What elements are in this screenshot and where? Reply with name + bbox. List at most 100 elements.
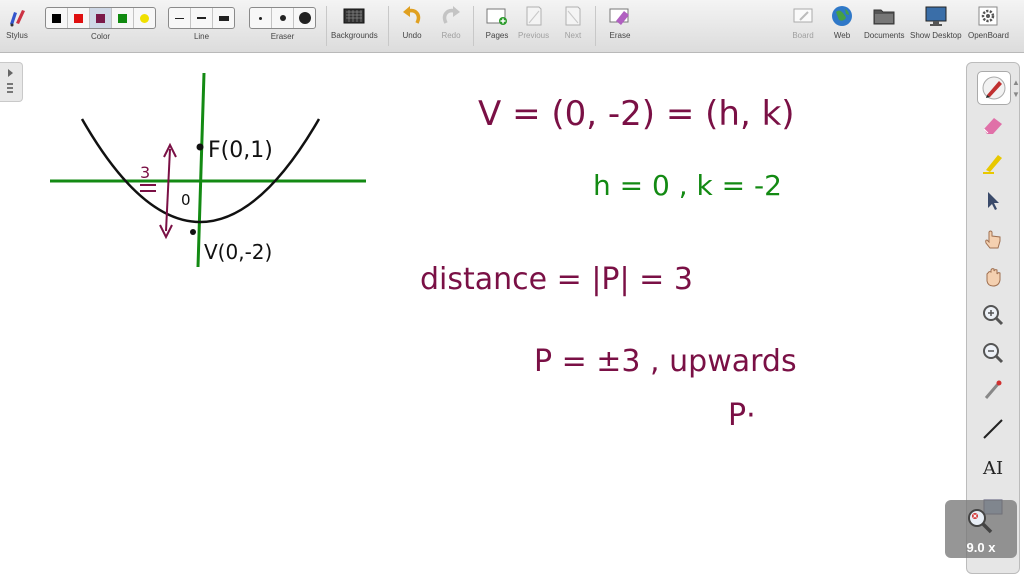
color-tool: Color [45,4,156,41]
stylus-tool[interactable]: Stylus [4,4,30,40]
previous-page-button[interactable]: Previous [518,4,549,40]
distance-arrow [165,148,171,232]
board-drawing: F(0,1) V(0,-2) 0 3 V = (0, -2) = (h, k) … [50,72,797,433]
eraser-size-selector [249,7,316,29]
vertex-point [190,229,196,235]
eraser-small[interactable] [250,8,272,28]
gear-icon [975,4,1001,28]
text-icon: AI [982,458,1003,479]
line-medium[interactable] [191,8,213,28]
show-desktop-label: Show Desktop [910,31,962,40]
right-tool-palette: AI [966,62,1020,574]
show-desktop-button[interactable]: Show Desktop [910,4,962,40]
focus-label: F(0,1) [208,138,273,163]
zoom-in-button[interactable] [977,299,1009,331]
erase-board-icon [607,4,633,28]
pages-button[interactable]: Pages [484,4,510,40]
pen-tool-button[interactable] [977,71,1011,105]
p-partial: P· [728,398,756,433]
eraser-tool: Eraser [249,4,316,41]
color-label: Color [90,32,111,41]
color-swatch-red[interactable] [68,8,90,28]
zoom-indicator: 9.0 x [945,500,1017,558]
color-swatch-maroon[interactable] [90,8,112,28]
undo-icon [399,4,425,28]
eraser-tool-button[interactable] [977,109,1009,141]
color-swatch-black[interactable] [46,8,68,28]
eraser-large[interactable] [294,8,315,28]
add-page-icon [484,4,510,28]
web-label: Web [833,31,851,40]
previous-label: Previous [518,31,550,40]
pointing-hand-icon [985,230,1001,249]
line-thick[interactable] [213,8,234,28]
selector-tool-button[interactable] [977,185,1009,217]
p-value-line: P = ±3 , upwards [534,344,797,379]
backgrounds-icon [341,4,367,28]
zoom-out-button[interactable] [977,337,1009,369]
documents-button[interactable]: Documents [864,4,904,40]
laser-pointer-button[interactable] [977,375,1009,407]
board-icon [790,4,816,28]
highlighter-tool-button[interactable] [977,147,1009,179]
line-thin[interactable] [169,8,191,28]
redo-label: Redo [441,31,461,40]
line-label: Line [193,32,210,41]
distance-equals-mark [140,184,156,192]
origin-label: 0 [181,191,191,209]
globe-icon [829,4,855,28]
hk-values: h = 0 , k = -2 [593,169,782,202]
next-page-icon [560,4,586,28]
y-axis [196,72,206,268]
next-label: Next [564,31,582,40]
undo-button[interactable]: Undo [399,4,425,40]
zoom-in-icon [983,305,1004,326]
backgrounds-label: Backgrounds [331,31,378,40]
eraser-icon [983,118,1002,134]
distance-equation: distance = |P| = 3 [420,262,693,297]
line-icon [983,419,1003,439]
laser-pointer-icon [984,380,1002,399]
backgrounds-button[interactable]: Backgrounds [331,4,378,40]
pen-icon [982,76,1006,100]
eraser-label: Eraser [270,32,295,41]
line-width-selector [168,7,235,29]
focus-point [196,143,204,151]
text-tool-button[interactable]: AI [977,451,1009,483]
toolbar-separator [388,6,389,46]
stylus-label: Stylus [6,31,28,40]
previous-page-icon [521,4,547,28]
documents-label: Documents [864,31,905,40]
openboard-button[interactable]: OpenBoard [968,4,1009,40]
board-label: Board [792,31,814,40]
vertex-equation: V = (0, -2) = (h, k) [478,94,795,134]
openboard-label: OpenBoard [968,31,1009,40]
color-swatch-yellow[interactable] [134,8,155,28]
redo-button[interactable]: Redo [438,4,464,40]
erase-button[interactable]: Erase [607,4,633,40]
hand-tool-button[interactable] [977,261,1009,293]
color-swatch-green[interactable] [112,8,134,28]
whiteboard-canvas[interactable]: F(0,1) V(0,-2) 0 3 V = (0, -2) = (h, k) … [0,53,960,576]
arrow-pointer-icon [988,192,999,210]
toolbar-separator [473,6,474,46]
next-page-button[interactable]: Next [560,4,586,40]
highlighter-icon [983,155,1002,174]
top-toolbar: Stylus Color Line Eraser Backgrounds Und… [0,0,1024,53]
toolbar-separator [326,6,327,46]
toolbar-separator [595,6,596,46]
web-button[interactable]: Web [829,4,855,40]
monitor-icon [923,4,949,28]
redo-icon [438,4,464,28]
edge-arrow-up-icon: ▲ [1012,78,1020,87]
folder-icon [871,4,897,28]
erase-label: Erase [609,31,631,40]
board-button[interactable]: Board [790,4,816,40]
interact-tool-button[interactable] [977,223,1009,255]
grab-hand-icon [986,268,1001,287]
svg-text:AI: AI [982,458,1003,479]
line-tool-button[interactable] [977,413,1009,445]
pages-label: Pages [485,31,509,40]
color-palette [45,7,156,29]
eraser-medium[interactable] [272,8,294,28]
